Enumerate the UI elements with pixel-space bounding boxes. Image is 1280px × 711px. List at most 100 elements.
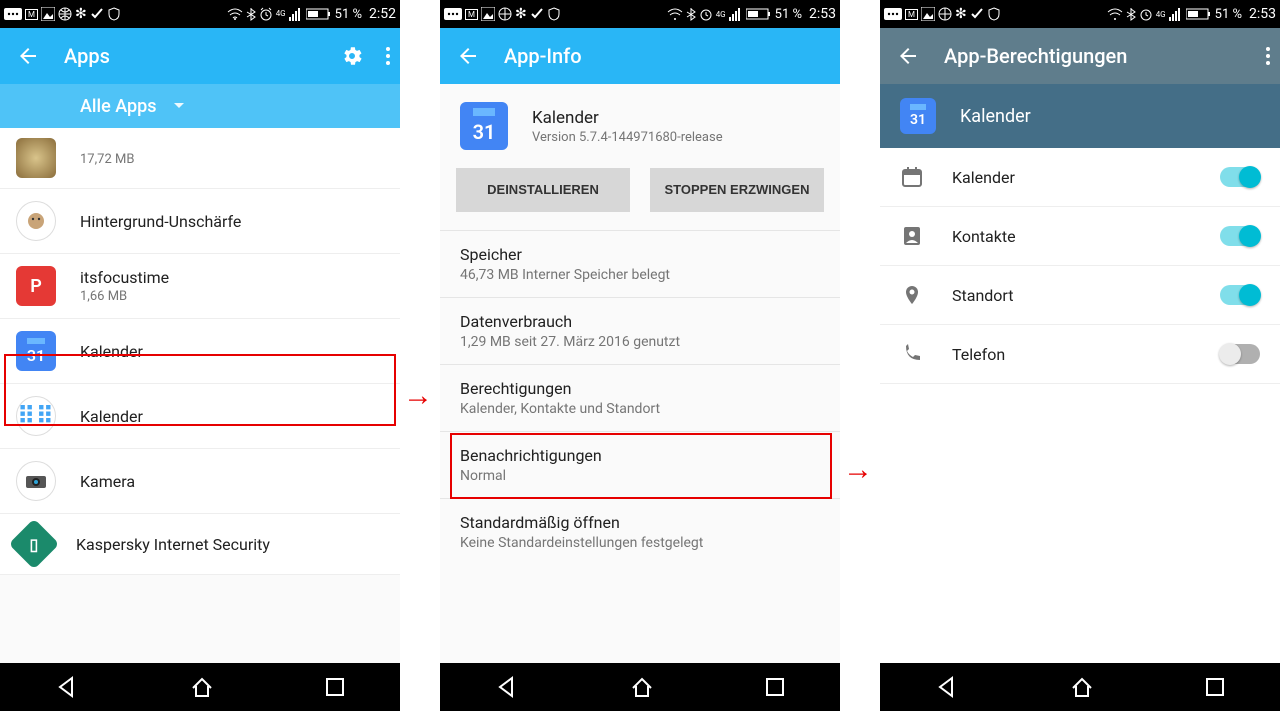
- network-4g-icon: 4G: [1156, 10, 1166, 19]
- section-data-usage[interactable]: Datenverbrauch 1,29 MB seit 27. März 201…: [440, 297, 840, 364]
- back-icon[interactable]: [896, 44, 920, 68]
- app-name: Kaspersky Internet Security: [76, 535, 384, 554]
- section-storage[interactable]: Speicher 46,73 MB Interner Speicher bele…: [440, 230, 840, 297]
- permission-label: Telefon: [952, 345, 1192, 364]
- wifi-icon: [667, 7, 683, 21]
- uninstall-button[interactable]: DEINSTALLIEREN: [456, 168, 630, 212]
- bluetooth-icon: [686, 7, 696, 21]
- app-icon: P: [16, 266, 56, 306]
- nav-home-icon[interactable]: [629, 674, 655, 700]
- check-icon: [90, 7, 104, 21]
- nav-recent-icon[interactable]: [1204, 676, 1226, 698]
- globe-icon: [58, 7, 72, 21]
- permission-app-header: 31 Kalender: [880, 84, 1280, 148]
- app-name: Kalender: [532, 108, 723, 128]
- nav-recent-icon[interactable]: [764, 676, 786, 698]
- phone-app-permissions: M ✻ 4G 51 % 2:53 App-Berechtigungen 31 K…: [880, 0, 1280, 711]
- nav-back-icon[interactable]: [934, 674, 960, 700]
- nav-bar: [440, 663, 840, 711]
- permission-row-phone[interactable]: Telefon: [880, 325, 1280, 384]
- arrow-1: →: [403, 378, 433, 413]
- globe-icon: [498, 7, 512, 21]
- app-icon: ▯: [9, 519, 60, 570]
- permission-toggle[interactable]: [1220, 344, 1260, 364]
- app-row[interactable]: P itsfocustime1,66 MB: [0, 254, 400, 319]
- section-open-by-default[interactable]: Standardmäßig öffnen Keine Standardeinst…: [440, 498, 840, 565]
- apps-list: 17,72 MB Hintergrund-Unschärfe P itsfocu…: [0, 128, 400, 663]
- phone-app-info: M ✻ 4G 51 % 2:53 App-Info 31 Kalender Ve…: [440, 0, 840, 711]
- nav-back-icon[interactable]: [494, 674, 520, 700]
- nav-home-icon[interactable]: [189, 674, 215, 700]
- app-row[interactable]: Hintergrund-Unschärfe: [0, 189, 400, 254]
- section-title: Berechtigungen: [460, 379, 820, 398]
- more-icon: [884, 7, 902, 21]
- network-4g-icon: 4G: [276, 10, 286, 18]
- permission-toggle[interactable]: [1220, 167, 1260, 187]
- permission-label: Standort: [952, 286, 1192, 305]
- image-icon: [481, 7, 495, 21]
- more-icon: [444, 7, 462, 21]
- nav-recent-icon[interactable]: [324, 676, 346, 698]
- battery-percent: 51 %: [1215, 7, 1242, 22]
- app-name: Kalender: [80, 342, 384, 361]
- nav-bar: [880, 663, 1280, 711]
- app-row-kalender[interactable]: 31 Kalender: [0, 319, 400, 384]
- app-sub: 17,72 MB: [80, 152, 384, 167]
- back-icon[interactable]: [456, 44, 480, 68]
- section-permissions[interactable]: Berechtigungen Kalender, Kontakte und St…: [440, 364, 840, 431]
- nav-bar: [0, 663, 400, 711]
- calendar-icon: 31: [900, 98, 936, 134]
- permission-toggle[interactable]: [1220, 226, 1260, 246]
- calendar-icon: 31: [16, 331, 56, 371]
- page-title: Apps: [64, 44, 316, 68]
- globe-icon: [938, 7, 952, 21]
- app-row[interactable]: Kamera: [0, 449, 400, 514]
- location-perm-icon: [900, 284, 924, 306]
- nav-back-icon[interactable]: [54, 674, 80, 700]
- contacts-perm-icon: [900, 225, 924, 247]
- overflow-icon[interactable]: [384, 44, 392, 68]
- alarm-icon: [259, 7, 273, 21]
- clock: 2:52: [369, 6, 396, 22]
- app-row[interactable]: ▯ Kaspersky Internet Security: [0, 514, 400, 575]
- gear-icon[interactable]: [340, 44, 364, 68]
- mail-icon: M: [25, 9, 38, 20]
- battery-icon: [306, 7, 332, 21]
- calendar-perm-icon: [900, 166, 924, 188]
- section-sub: 1,29 MB seit 27. März 2016 genutzt: [460, 334, 820, 350]
- signal-icon: [289, 7, 303, 21]
- permission-row-contacts[interactable]: Kontakte: [880, 207, 1280, 266]
- app-row[interactable]: 17,72 MB: [0, 128, 400, 189]
- image-icon: [41, 7, 55, 21]
- camera-icon: [16, 461, 56, 501]
- shield-icon: [987, 7, 1001, 21]
- app-row[interactable]: ⠿⠿ Kalender: [0, 384, 400, 449]
- battery-icon: [746, 7, 772, 21]
- back-icon[interactable]: [16, 44, 40, 68]
- check-icon: [970, 7, 984, 21]
- action-bar: Apps: [0, 28, 400, 84]
- battery-icon: [1186, 7, 1212, 21]
- permission-toggle[interactable]: [1220, 285, 1260, 305]
- bluetooth-icon: [1126, 7, 1136, 21]
- wifi-icon: [1107, 7, 1123, 21]
- status-bar: M ✻ 4G 51 % 2:53: [880, 0, 1280, 28]
- battery-percent: 51 %: [335, 7, 362, 22]
- section-notifications[interactable]: Benachrichtigungen Normal: [440, 431, 840, 498]
- check-icon: [530, 7, 544, 21]
- permission-row-calendar[interactable]: Kalender: [880, 148, 1280, 207]
- permission-row-location[interactable]: Standort: [880, 266, 1280, 325]
- action-bar: App-Berechtigungen: [880, 28, 1280, 84]
- nav-home-icon[interactable]: [1069, 674, 1095, 700]
- status-left: M ✻: [4, 6, 121, 22]
- overflow-icon[interactable]: [1264, 44, 1272, 68]
- section-title: Standardmäßig öffnen: [460, 513, 820, 532]
- mail-icon: M: [465, 9, 478, 20]
- apps-spinner[interactable]: Alle Apps: [0, 84, 400, 128]
- app-name: Kalender: [80, 407, 384, 426]
- force-stop-button[interactable]: STOPPEN ERZWINGEN: [650, 168, 824, 212]
- app-name: Hintergrund-Unschärfe: [80, 212, 384, 231]
- phone-perm-icon: [900, 343, 924, 365]
- spinner-label: Alle Apps: [80, 96, 157, 117]
- bluetooth-icon: [246, 7, 256, 21]
